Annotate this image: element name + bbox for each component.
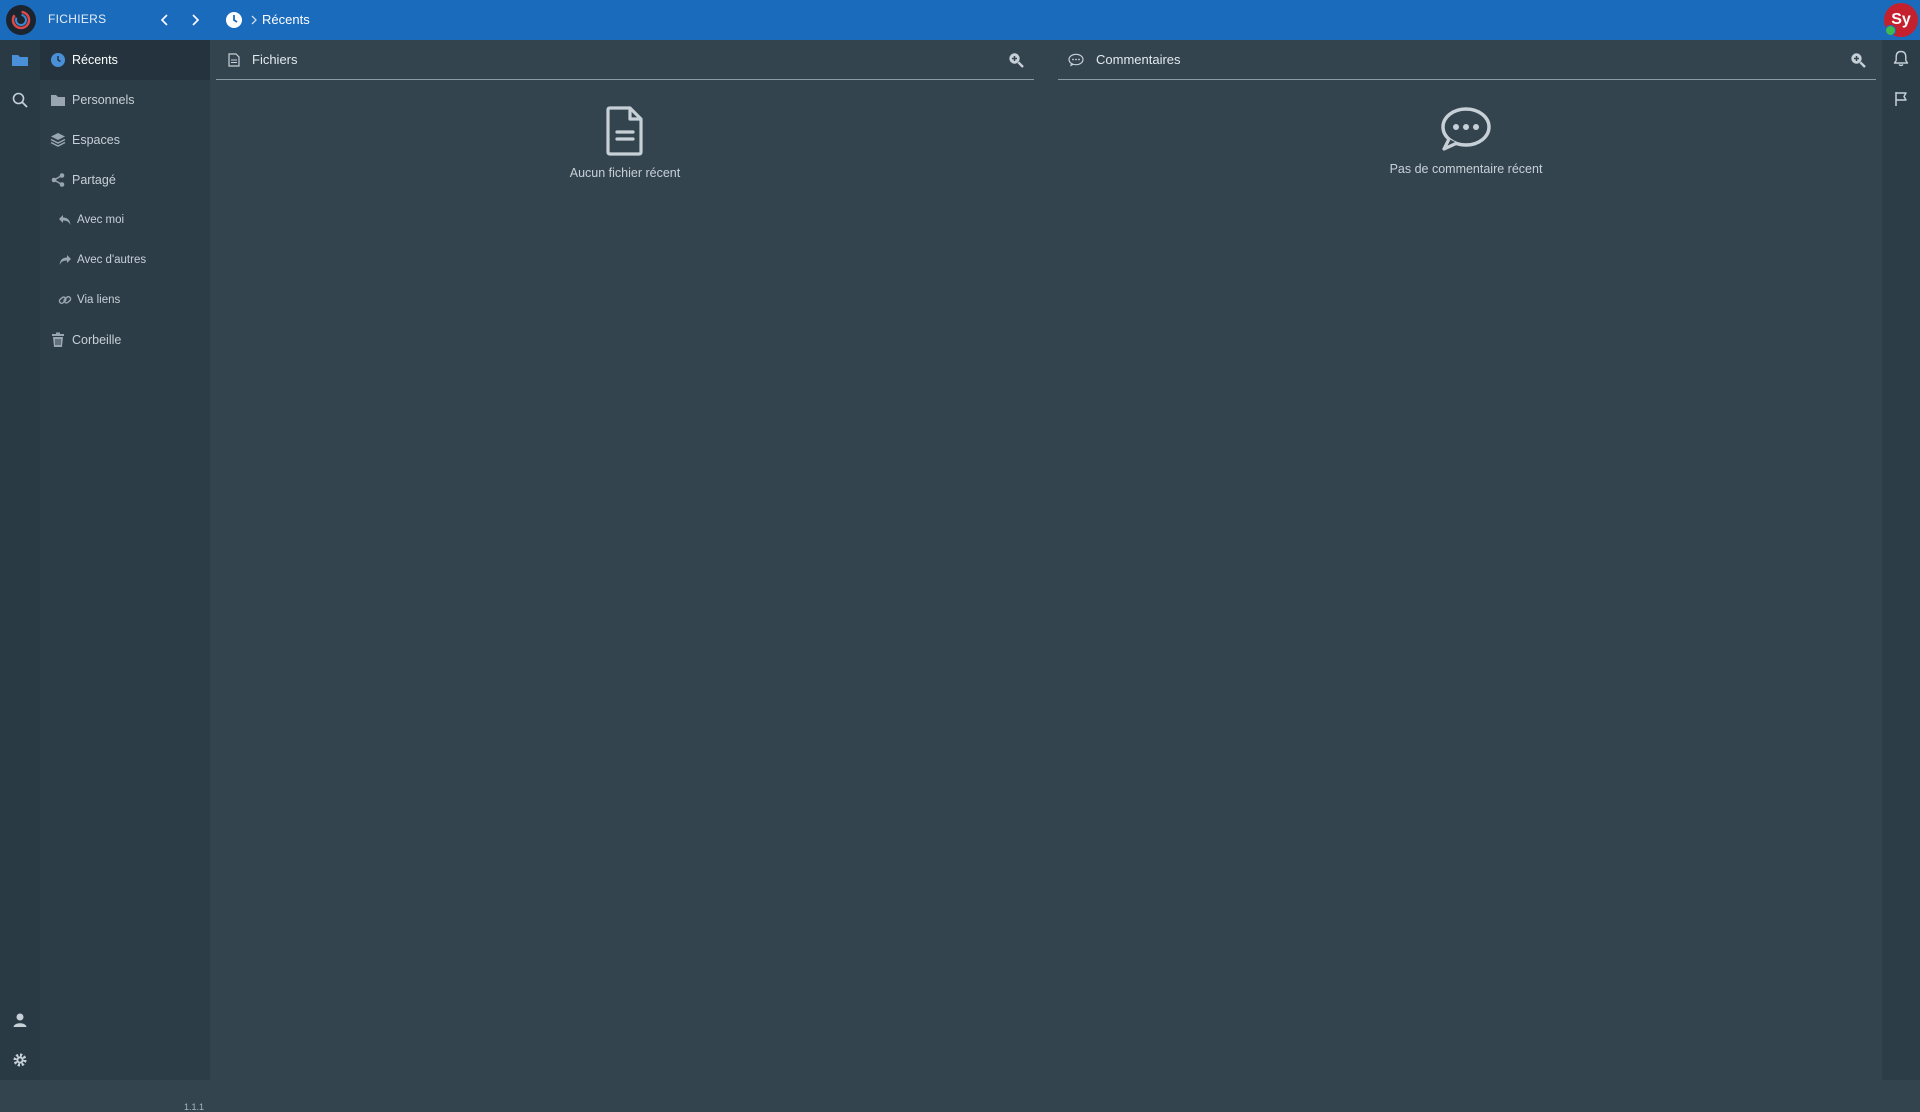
trash-icon bbox=[50, 332, 66, 348]
app-name: FICHIERS bbox=[48, 12, 107, 26]
sidebar-item-label: Partagé bbox=[72, 173, 116, 187]
sidebar-item-label: Avec d'autres bbox=[77, 254, 147, 266]
sidebar-item-label: Récents bbox=[72, 53, 118, 67]
file-document-icon bbox=[606, 106, 643, 156]
sidebar-item-avec-autres[interactable]: Avec d'autres bbox=[40, 240, 210, 280]
files-panel-title: Fichiers bbox=[252, 52, 298, 67]
clock-icon bbox=[226, 12, 242, 28]
bell-icon bbox=[1893, 50, 1909, 67]
sidebar-item-label: Espaces bbox=[72, 133, 120, 147]
zoom-in-icon[interactable] bbox=[1008, 52, 1024, 68]
online-status-dot bbox=[1885, 25, 1896, 36]
breadcrumb-separator bbox=[249, 13, 259, 27]
comments-empty-message: Pas de commentaire récent bbox=[1389, 162, 1543, 176]
logo-icon bbox=[11, 10, 31, 30]
sidebar-item-partage[interactable]: Partagé bbox=[40, 160, 210, 200]
sidebar-item-avec-moi[interactable]: Avec moi bbox=[40, 200, 210, 240]
sidebar-item-recents[interactable]: Récents bbox=[40, 40, 210, 80]
main-content: Fichiers Aucun fichier récent Commentair… bbox=[210, 40, 1882, 1080]
rail-account-button[interactable] bbox=[8, 1008, 32, 1032]
link-icon bbox=[58, 293, 72, 307]
files-empty-state: Aucun fichier récent bbox=[475, 106, 775, 180]
sidebar-item-label: Via liens bbox=[77, 294, 121, 306]
clock-icon bbox=[50, 52, 66, 68]
files-empty-message: Aucun fichier récent bbox=[569, 166, 681, 180]
folder-icon bbox=[50, 92, 66, 108]
sidebar-item-espaces[interactable]: Espaces bbox=[40, 120, 210, 160]
forward-icon bbox=[58, 253, 72, 267]
app-logo[interactable] bbox=[6, 5, 36, 35]
breadcrumb-home[interactable] bbox=[224, 10, 244, 30]
flag-icon bbox=[1895, 92, 1907, 106]
zoom-in-icon[interactable] bbox=[1850, 52, 1866, 68]
chevron-left-icon bbox=[160, 14, 168, 26]
rail-files-button[interactable] bbox=[8, 48, 32, 72]
layers-icon bbox=[50, 132, 66, 148]
sidebar-item-corbeille[interactable]: Corbeille bbox=[40, 320, 210, 360]
folder-icon bbox=[12, 55, 28, 66]
sidebar: Récents Personnels Espaces Partagé Avec … bbox=[40, 40, 210, 1112]
app-rail bbox=[0, 40, 40, 1080]
comments-panel-header: Commentaires bbox=[1058, 40, 1876, 80]
flag-button[interactable] bbox=[1894, 91, 1908, 107]
gear-icon bbox=[13, 1053, 27, 1067]
chevron-right-icon bbox=[251, 15, 257, 25]
right-rail bbox=[1882, 40, 1920, 1080]
sidebar-item-personnels[interactable]: Personnels bbox=[40, 80, 210, 120]
app-version: 1.1.1 bbox=[184, 1102, 205, 1112]
notifications-button[interactable] bbox=[1893, 50, 1909, 67]
reply-icon bbox=[58, 213, 72, 227]
sidebar-item-via-liens[interactable]: Via liens bbox=[40, 280, 210, 320]
chevron-right-icon bbox=[192, 14, 200, 26]
sidebar-item-label: Corbeille bbox=[72, 333, 122, 347]
chat-bubble-icon bbox=[1441, 107, 1491, 151]
document-icon bbox=[228, 52, 240, 67]
top-bar: FICHIERS Récents Sy bbox=[0, 0, 1920, 40]
sidebar-item-label: Avec moi bbox=[77, 214, 125, 226]
search-icon bbox=[12, 92, 28, 108]
user-icon bbox=[13, 1013, 27, 1027]
comments-panel-title: Commentaires bbox=[1096, 52, 1181, 67]
rail-settings-button[interactable] bbox=[8, 1048, 32, 1072]
files-panel-header: Fichiers bbox=[216, 40, 1034, 80]
comment-icon bbox=[1068, 53, 1084, 67]
back-button[interactable] bbox=[155, 10, 175, 30]
forward-button[interactable] bbox=[185, 10, 205, 30]
sidebar-item-label: Personnels bbox=[72, 93, 135, 107]
share-icon bbox=[50, 172, 66, 188]
breadcrumb-current[interactable]: Récents bbox=[262, 12, 310, 27]
rail-search-button[interactable] bbox=[8, 88, 32, 112]
comments-empty-state: Pas de commentaire récent bbox=[1316, 106, 1616, 176]
